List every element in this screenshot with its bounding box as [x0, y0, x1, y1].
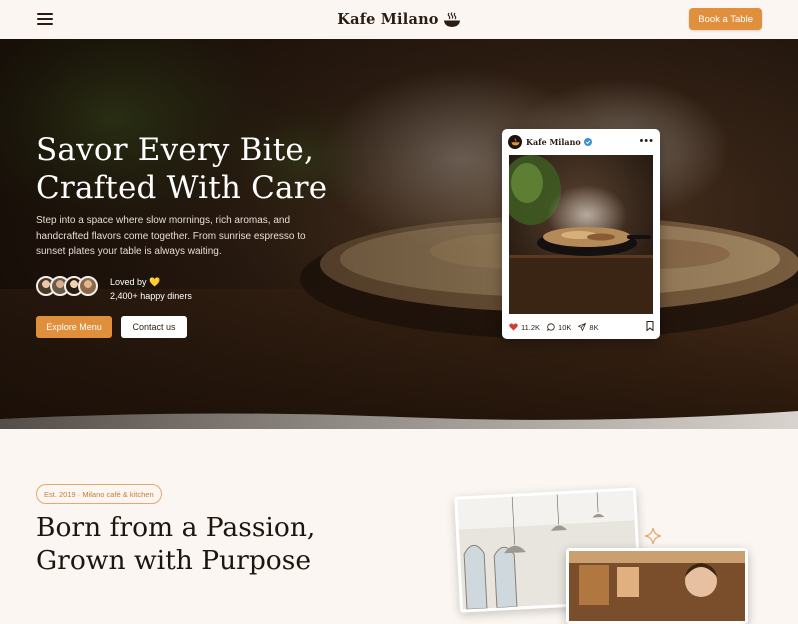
- food-pan-photo: [509, 155, 653, 314]
- hero-title-line-2: Crafted With Care: [36, 170, 328, 206]
- like-action[interactable]: 11.2K: [509, 323, 540, 332]
- brand-name: Kafe Milano: [337, 11, 439, 28]
- comments-count: 10K: [558, 322, 572, 332]
- share-action[interactable]: 8K: [578, 322, 599, 332]
- more-dots-icon[interactable]: •••: [639, 135, 654, 147]
- diners-count: 2,400+ happy diners: [110, 291, 192, 301]
- hero-title-line-1: Savor Every Bite,: [36, 132, 314, 168]
- likes-count: 11.2K: [521, 322, 541, 332]
- brand-logo[interactable]: Kafe Milano: [337, 11, 460, 28]
- steaming-bowl-icon: [511, 138, 519, 146]
- diner-avatars: [36, 276, 98, 296]
- verified-badge-icon: [583, 138, 592, 146]
- comment-icon: [547, 323, 555, 331]
- book-table-button[interactable]: Book a Table: [689, 8, 762, 30]
- post-account-name[interactable]: Kafe Milano: [526, 137, 581, 147]
- bookmark-icon[interactable]: [646, 321, 654, 331]
- comment-action[interactable]: 10K: [547, 323, 571, 332]
- site-header: Kafe Milano Book a Table: [0, 0, 798, 40]
- social-post-card[interactable]: Kafe Milano ••• 11.2K 10K 8K: [502, 129, 660, 339]
- yellow-heart-icon: 💛: [149, 277, 161, 287]
- post-avatar: [508, 135, 522, 149]
- explore-menu-button[interactable]: Explore Menu: [36, 316, 112, 338]
- contact-us-button[interactable]: Contact us: [121, 316, 187, 338]
- post-image: [509, 155, 653, 314]
- about-title-line-1: Born from a Passion,: [36, 512, 316, 543]
- post-header: Kafe Milano •••: [508, 134, 654, 150]
- steaming-bowl-icon: [443, 11, 460, 27]
- hero-description: Step into a space where slow mornings, r…: [36, 215, 306, 257]
- cafe-barista-photo: [566, 548, 748, 624]
- sparkle-icon: [644, 527, 662, 545]
- shares-count: 8K: [589, 322, 599, 332]
- about-title-line-2: Grown with Purpose: [36, 545, 312, 576]
- about-title: Born from a Passion, Grown with Purpose: [36, 511, 376, 577]
- heart-icon: [509, 323, 518, 331]
- hero-title: Savor Every Bite, Crafted With Care: [36, 131, 376, 207]
- loved-by-text: Loved by 💛 2,400+ happy diners: [110, 275, 192, 303]
- avatar: [78, 276, 98, 296]
- post-actions: 11.2K 10K 8K: [509, 321, 654, 333]
- hero-section: Savor Every Bite, Crafted With Care Step…: [0, 39, 798, 429]
- barista-photo-art: [569, 551, 745, 621]
- hamburger-menu-icon[interactable]: [37, 12, 53, 26]
- loved-label: Loved by: [110, 277, 147, 287]
- established-badge: Est. 2019 · Milano café & kitchen: [36, 484, 162, 504]
- send-icon: [578, 323, 587, 331]
